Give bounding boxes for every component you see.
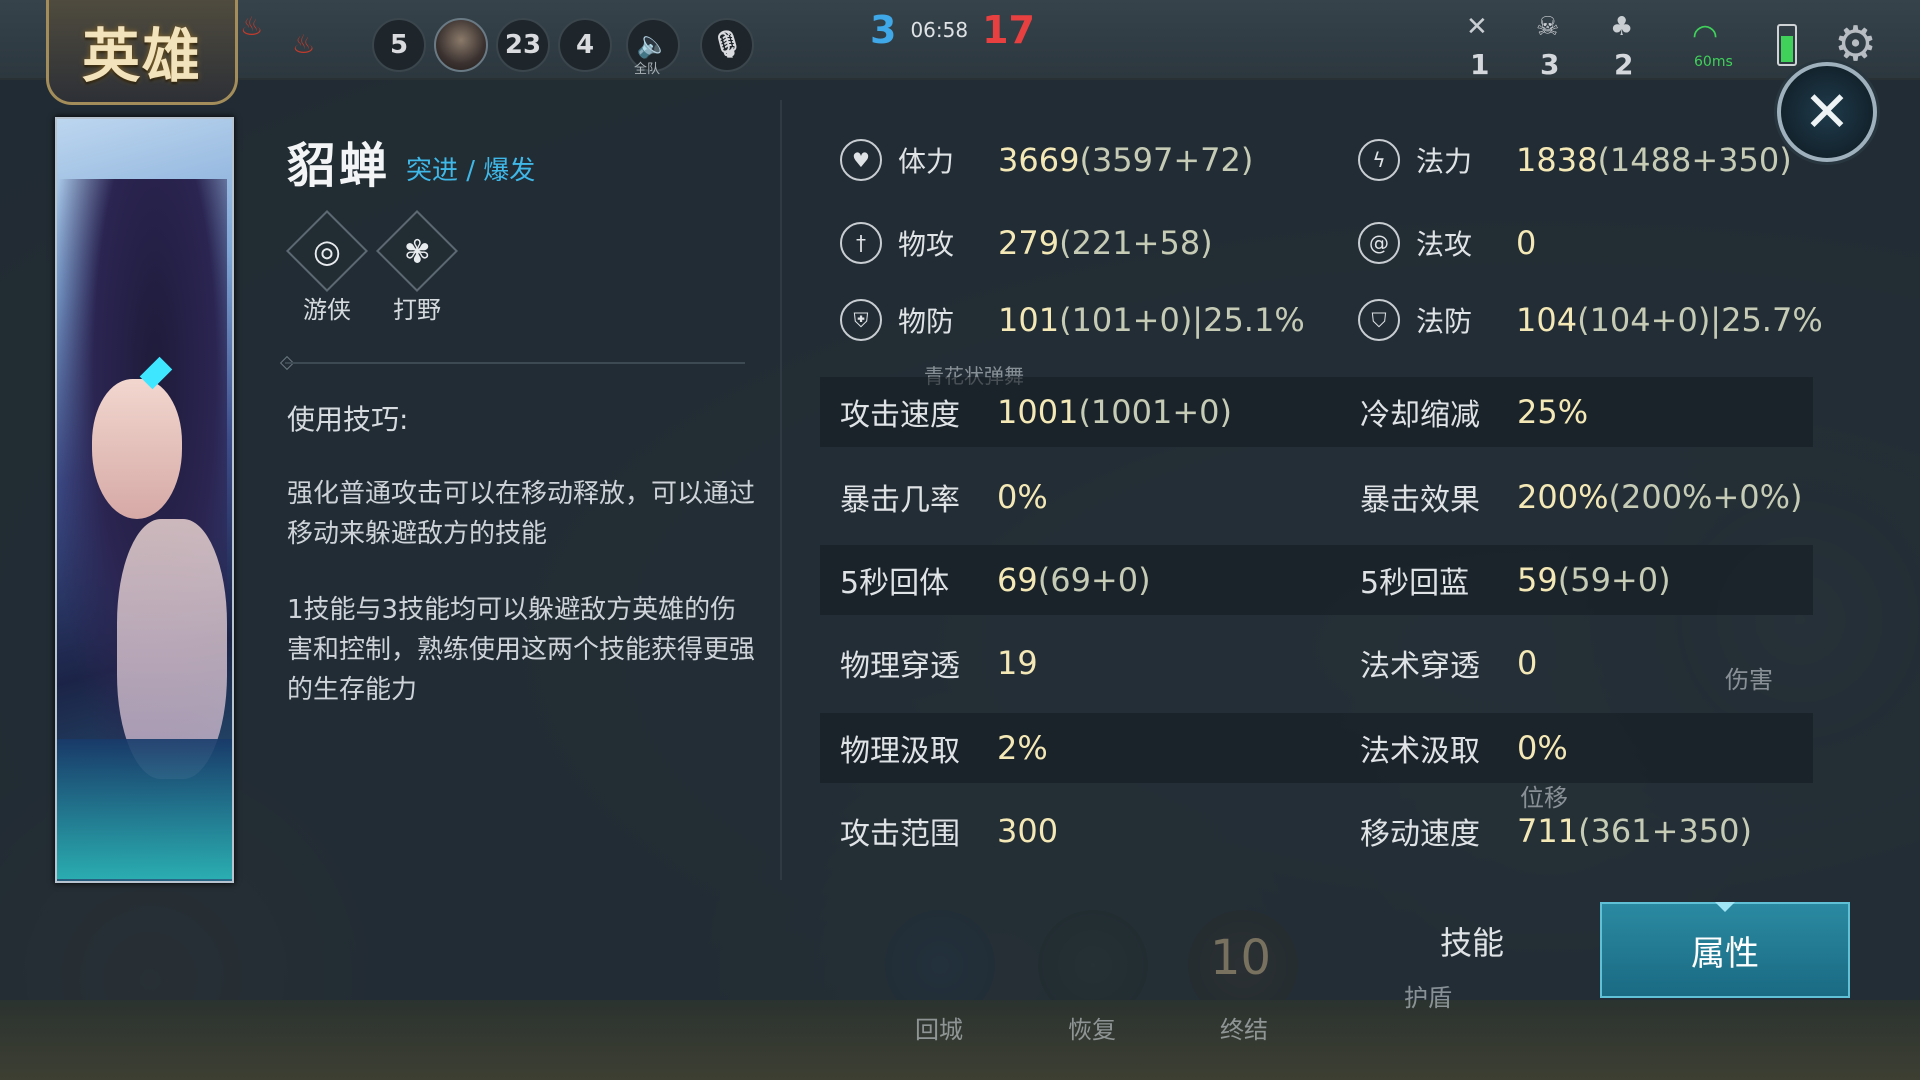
stat-row: 5秒回体 69(69+0) 5秒回蓝 59(59+0) (820, 545, 1813, 615)
scoreboard: 3 06:58 17 (870, 8, 1035, 52)
close-button[interactable]: ✕ (1777, 62, 1877, 162)
counter-badge: 5 (372, 18, 426, 72)
deaths-count: 3 (1540, 48, 1560, 81)
stat-row: 暴击几率 0% 暴击效果 200%(200%+0%) (840, 478, 1803, 518)
faded-label: 伤害 (1725, 666, 1773, 694)
stat-phys-attack: † 物攻 279(221+58) (840, 213, 1213, 273)
position-roamer: ◎ 游侠 (285, 209, 369, 325)
magic-shield-icon: ⛉ (1358, 299, 1400, 341)
faded-label: 位移 (1520, 784, 1568, 812)
red-score: 17 (982, 8, 1035, 52)
flame-icon: ♨ (292, 30, 316, 60)
tips-title: 使用技巧: (287, 403, 409, 436)
kills-icon: ✕ (1466, 12, 1488, 42)
mic-button[interactable]: 🎙 (700, 18, 754, 72)
close-icon: ✕ (1803, 79, 1851, 145)
swirl-icon: ◎ (313, 231, 341, 270)
tip-text: 强化普通攻击可以在移动释放，可以通过移动来躲避敌方的技能 (287, 479, 756, 549)
game-time: 06:58 (910, 18, 969, 42)
mic-off-icon: 🎙 (710, 30, 744, 60)
stat-row: 攻击速度 1001(1001+0) 冷却缩减 25% (820, 377, 1813, 447)
stat-row: 物理穿透 19 法术穿透 0 (840, 644, 1538, 684)
paw-icon: ✾ (403, 232, 431, 270)
assists-count: 2 (1614, 48, 1634, 81)
hero-name: 貂蝉 (287, 138, 392, 194)
speaker-icon: 🔈 (636, 30, 670, 60)
heart-icon: ♥ (840, 139, 882, 181)
finish-label: 终结 (1220, 1016, 1268, 1044)
position-label: 游侠 (303, 296, 351, 324)
assist-icon: ♣ (1610, 12, 1634, 42)
stat-row: 攻击范围 300 移动速度 711(361+350) (840, 812, 1753, 852)
stat-mana: ϟ 法力 1838(1488+350) (1358, 130, 1792, 190)
tab-attributes[interactable]: 属性 (1600, 902, 1850, 998)
counter-badge: 23 (496, 18, 550, 72)
tab-title: 英雄 (81, 22, 202, 90)
wifi-icon: ◠ (1692, 18, 1719, 53)
column-separator (780, 100, 782, 880)
stat-hp: ♥ 体力 3669(3597+72) (840, 130, 1253, 190)
kills-count: 1 (1470, 48, 1490, 81)
heal-label: 恢复 (1068, 1016, 1116, 1044)
hero-portrait (55, 117, 234, 883)
stat-magic-attack: @ 法攻 0 (1358, 213, 1536, 273)
counter-badge: 4 (558, 18, 612, 72)
position-label: 打野 (393, 296, 441, 324)
stat-row: 物理汲取 2% 法术汲取 0% (820, 713, 1813, 783)
ping-label: 60ms (1694, 54, 1733, 70)
blue-score: 3 (870, 8, 897, 52)
faded-cooldown: 10 (1210, 930, 1272, 986)
hero-tab-header: 英雄 (46, 0, 238, 105)
tip-text: 1技能与3技能均可以躲避敌方英雄的伤害和控制，熟练使用这两个技能获得更强的生存能… (287, 595, 756, 705)
hero-roles: 突进 / 爆发 (406, 156, 536, 186)
divider (285, 362, 745, 364)
voice-label: 全队 (634, 62, 661, 77)
stat-phys-defense: ⛨ 物防 101(101+0)|25.1% (840, 290, 1305, 350)
top-status-bar: ♨ ♨ ♨ ♨ 5 23 4 🔈 全队 🎙 3 06:58 17 ✕ 1 ☠ 3… (0, 0, 1920, 81)
lightning-icon: ϟ (1358, 139, 1400, 181)
faded-label: 护盾 (1404, 984, 1452, 1012)
battery-icon (1777, 24, 1797, 66)
stat-magic-defense: ⛉ 法防 104(104+0)|25.7% (1358, 290, 1823, 350)
sword-icon: † (840, 222, 882, 264)
spiral-icon: @ (1358, 222, 1400, 264)
recall-label: 回城 (915, 1016, 963, 1044)
skull-icon: ☠ (1536, 12, 1560, 42)
avatar[interactable] (434, 18, 488, 72)
flame-icon: ♨ (240, 12, 264, 42)
position-jungle: ✾ 打野 (375, 209, 459, 325)
tab-skills[interactable]: 技能 (1440, 918, 1504, 964)
shield-icon: ⛨ (840, 299, 882, 341)
